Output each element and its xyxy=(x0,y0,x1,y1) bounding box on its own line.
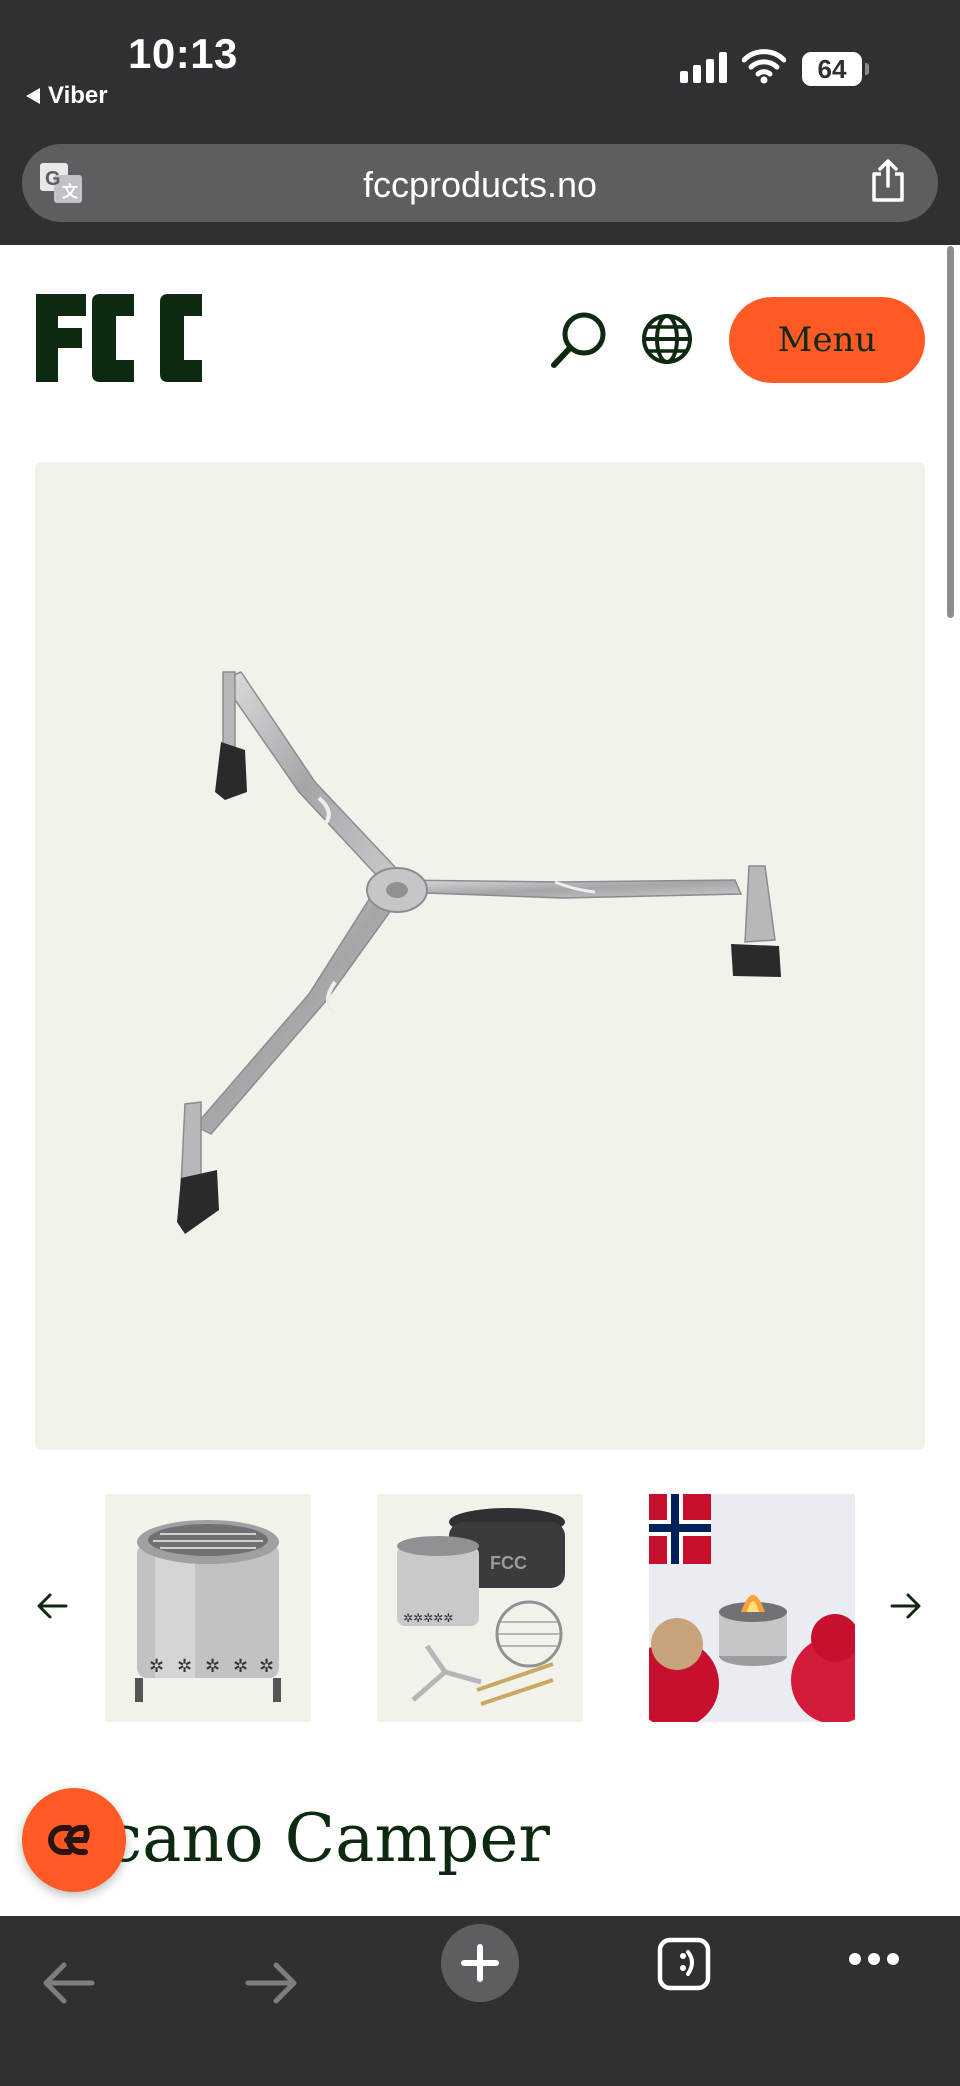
svg-text:✲: ✲ xyxy=(205,1656,220,1676)
product-title: lcano Camper xyxy=(84,1800,550,1877)
svg-text:FCC: FCC xyxy=(490,1553,527,1573)
fire-pit-thumbnail-image: ✲ ✲ ✲ ✲ ✲ xyxy=(135,1520,281,1702)
chat-button[interactable] xyxy=(22,1788,126,1892)
back-triangle-icon xyxy=(26,88,40,104)
carousel-next-arrow-icon[interactable] xyxy=(888,1588,924,1624)
back-icon[interactable] xyxy=(40,1960,96,2006)
tripod-stand-illustration xyxy=(177,671,781,1234)
fire-pit-kit-thumbnail-image: FCC ✲✲✲✲✲ xyxy=(397,1508,565,1706)
menu-button[interactable]: Menu xyxy=(729,297,925,383)
tabs-icon[interactable] xyxy=(656,1936,712,1992)
svg-text:✲: ✲ xyxy=(149,1656,164,1676)
share-icon[interactable] xyxy=(868,158,908,204)
url-text[interactable]: fccproducts.no xyxy=(22,164,938,206)
more-icon[interactable] xyxy=(848,1952,900,1966)
svg-text:✲: ✲ xyxy=(259,1656,274,1676)
forward-icon[interactable] xyxy=(244,1960,300,2006)
svg-text:✲: ✲ xyxy=(233,1656,248,1676)
address-bar[interactable]: G 文 fccproducts.no xyxy=(22,144,938,222)
back-app-label: Viber xyxy=(48,82,108,109)
globe-icon[interactable] xyxy=(640,312,694,366)
fcc-logo[interactable] xyxy=(36,294,208,382)
product-hero-image[interactable] xyxy=(35,462,925,1450)
status-time: 10:13 xyxy=(128,30,238,77)
battery-indicator: 64 xyxy=(802,52,869,86)
carousel-prev-arrow-icon[interactable] xyxy=(34,1588,70,1624)
svg-text:✲: ✲ xyxy=(177,1656,192,1676)
wifi-icon xyxy=(742,49,786,84)
lifestyle-thumbnail-image xyxy=(649,1494,855,1722)
new-tab-button[interactable] xyxy=(441,1924,519,2002)
search-icon[interactable] xyxy=(548,310,610,372)
back-to-app-button[interactable]: Viber xyxy=(26,82,108,110)
browser-bottom-toolbar xyxy=(0,1916,960,2086)
new-tab-icon xyxy=(461,1944,499,1982)
chat-icon xyxy=(48,1825,90,1855)
page-scrollbar[interactable] xyxy=(947,246,954,618)
thumbnail-fire-pit-kit[interactable]: FCC ✲✲✲✲✲ xyxy=(377,1494,583,1722)
cellular-signal-icon xyxy=(680,52,727,83)
browser-top-chrome: 10:13 Viber 64 G 文 fccproducts.no xyxy=(0,0,960,245)
thumbnail-fire-pit[interactable]: ✲ ✲ ✲ ✲ ✲ xyxy=(105,1494,311,1722)
thumbnail-lifestyle-photo[interactable] xyxy=(649,1494,855,1722)
svg-text:✲✲✲✲✲: ✲✲✲✲✲ xyxy=(403,1611,453,1625)
